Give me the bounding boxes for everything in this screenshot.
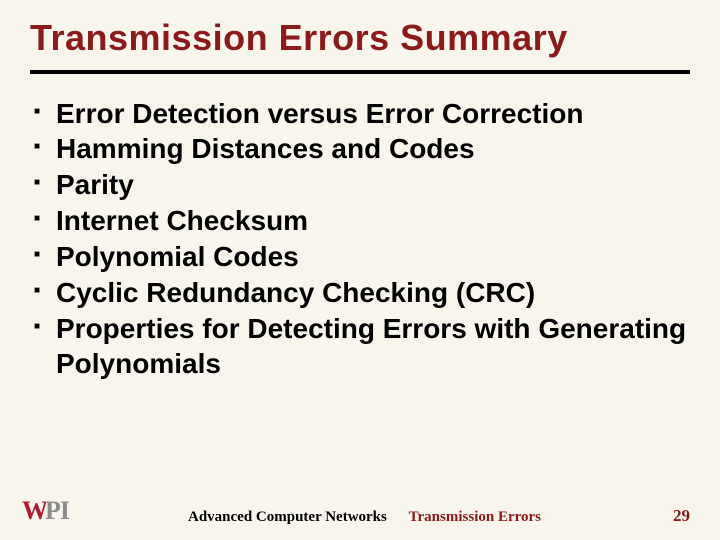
slide-footer: W PI Advanced Computer Networks Transmis… [0,496,720,526]
footer-text: Advanced Computer Networks Transmission … [69,509,660,526]
page-number: 29 [660,506,690,526]
slide-title: Transmission Errors Summary [30,18,690,74]
list-item: Polynomial Codes [34,239,690,275]
footer-section: Transmission Errors [409,509,541,525]
bullet-list: Error Detection versus Error Correction … [30,96,690,383]
list-item: Error Detection versus Error Correction [34,96,690,132]
logo-pi-letters: PI [45,496,69,526]
list-item: Hamming Distances and Codes [34,131,690,167]
list-item: Properties for Detecting Errors with Gen… [34,311,690,383]
footer-course: Advanced Computer Networks [188,509,387,525]
list-item: Cyclic Redundancy Checking (CRC) [34,275,690,311]
list-item: Internet Checksum [34,203,690,239]
wpi-logo: W PI [22,496,69,526]
logo-w-letter: W [22,496,47,526]
slide: Transmission Errors Summary Error Detect… [0,0,720,540]
list-item: Parity [34,167,690,203]
